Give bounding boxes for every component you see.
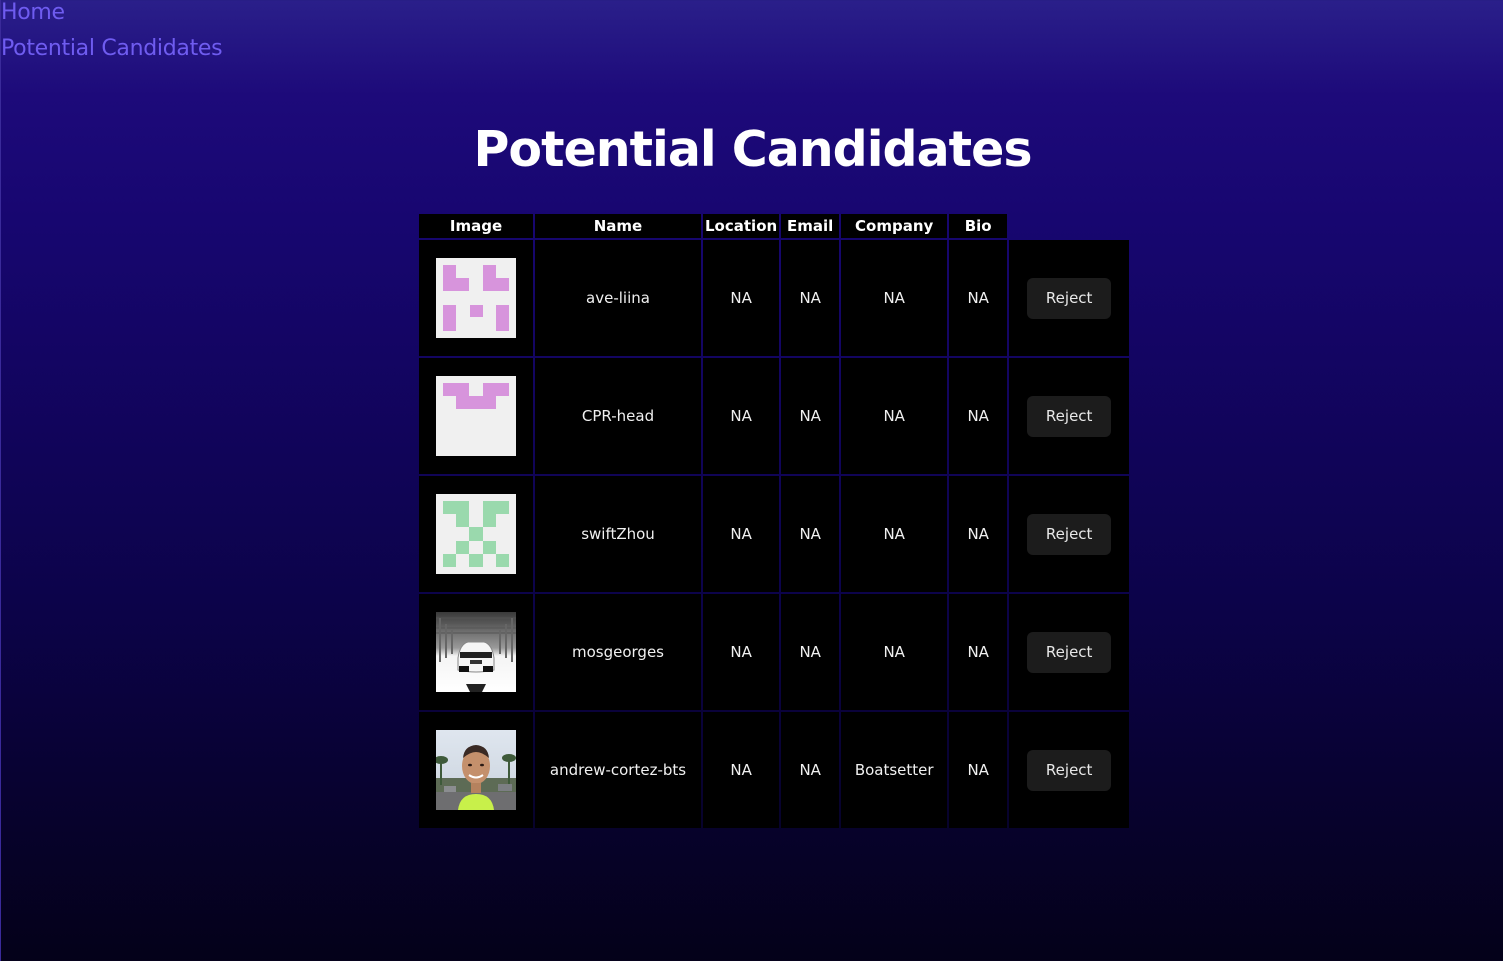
candidate-email: NA (781, 594, 840, 710)
candidate-bio: NA (949, 594, 1008, 710)
candidate-company: NA (841, 476, 948, 592)
candidate-email: NA (781, 240, 840, 356)
candidate-location: NA (703, 358, 780, 474)
header-location: Location (703, 214, 780, 238)
avatar-cell (419, 476, 533, 592)
avatar (436, 612, 516, 692)
candidate-location: NA (703, 476, 780, 592)
header-bio: Bio (949, 214, 1008, 238)
table-row: mosgeorges NA NA NA NA Reject (419, 594, 1130, 710)
nav-home-link[interactable]: Home (1, 1, 65, 25)
action-cell: Reject (1009, 240, 1130, 356)
action-cell: Reject (1009, 358, 1130, 474)
candidate-bio: NA (949, 476, 1008, 592)
candidate-email: NA (781, 476, 840, 592)
nav-potential-candidates-link[interactable]: Potential Candidates (1, 37, 223, 61)
avatar (436, 730, 516, 810)
table-row: swiftZhou NA NA NA NA Reject (419, 476, 1130, 592)
table-header-row: Image Name Location Email Company Bio (419, 214, 1129, 238)
candidate-name: ave-liina (535, 240, 701, 356)
page-title: Potential Candidates (473, 121, 1033, 178)
candidate-company: NA (841, 240, 948, 356)
header-name: Name (535, 214, 701, 238)
reject-button[interactable]: Reject (1027, 395, 1112, 437)
reject-button[interactable]: Reject (1027, 749, 1112, 791)
candidate-email: NA (781, 712, 840, 828)
reject-button[interactable]: Reject (1027, 631, 1112, 673)
avatar-cell (419, 240, 533, 356)
avatar (436, 376, 516, 456)
candidates-table: Image Name Location Email Company Bio av… (417, 212, 1131, 830)
candidate-location: NA (703, 240, 780, 356)
candidate-name: CPR-head (535, 358, 701, 474)
avatar (436, 258, 516, 338)
reject-button[interactable]: Reject (1027, 277, 1112, 319)
header-email: Email (781, 214, 840, 238)
avatar-cell (419, 358, 533, 474)
table-row: ave-liina NA NA NA NA Reject (419, 240, 1130, 356)
reject-button[interactable]: Reject (1027, 513, 1112, 555)
avatar (436, 494, 516, 574)
header-image: Image (419, 214, 533, 238)
candidate-company: NA (841, 358, 948, 474)
header-actions (1009, 214, 1129, 238)
candidate-name: mosgeorges (535, 594, 701, 710)
header-company: Company (841, 214, 948, 238)
action-cell: Reject (1009, 476, 1130, 592)
action-cell: Reject (1009, 594, 1130, 710)
candidate-bio: NA (949, 240, 1008, 356)
avatar-cell (419, 712, 533, 828)
candidate-location: NA (703, 594, 780, 710)
action-cell: Reject (1009, 712, 1130, 828)
candidate-location: NA (703, 712, 780, 828)
candidate-name: andrew-cortez-bts (535, 712, 701, 828)
candidate-email: NA (781, 358, 840, 474)
table-row: CPR-head NA NA NA NA Reject (419, 358, 1130, 474)
candidate-name: swiftZhou (535, 476, 701, 592)
candidate-bio: NA (949, 712, 1008, 828)
candidate-company: Boatsetter (841, 712, 948, 828)
avatar-cell (419, 594, 533, 710)
candidate-company: NA (841, 594, 948, 710)
table-row: andrew-cortez-bts NA NA Boatsetter NA Re… (419, 712, 1130, 828)
candidate-bio: NA (949, 358, 1008, 474)
